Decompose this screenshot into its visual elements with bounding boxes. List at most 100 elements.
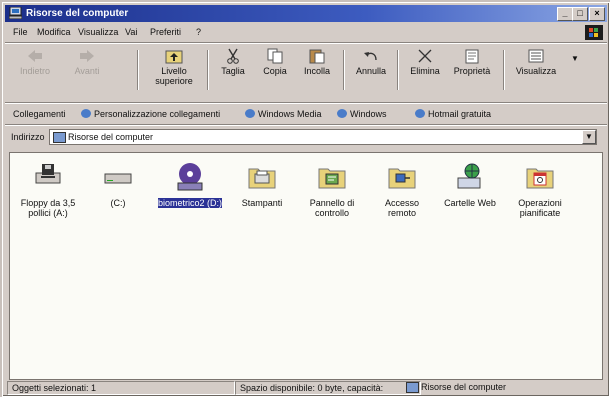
status-selected: Oggetti selezionati: 1 — [7, 381, 235, 395]
back-button[interactable]: Indietro — [13, 48, 57, 98]
up-level-label: Livello superiore — [155, 66, 193, 86]
my-computer-icon — [9, 7, 22, 19]
cut-button[interactable]: Taglia — [211, 48, 255, 98]
menu-help[interactable]: ? — [196, 27, 201, 37]
toolbar-separator — [137, 50, 139, 90]
menu-bar: File Modifica Visualizza Vai Preferiti ? — [5, 24, 607, 41]
item-label: Accesso remoto — [384, 198, 419, 218]
title-bar[interactable]: Risorse del computer _ □ × — [5, 5, 607, 22]
standard-toolbar: Indietro Avanti Livello superiore Taglia… — [5, 44, 607, 100]
views-label: Visualizza — [515, 66, 557, 76]
address-field[interactable]: Risorse del computer ▼ — [49, 129, 597, 145]
scissors-icon — [227, 48, 239, 64]
toolbar-separator — [207, 50, 209, 90]
forward-button[interactable]: Avanti — [65, 48, 109, 98]
link-hotmail[interactable]: Hotmail gratuita — [415, 109, 491, 119]
maximize-button[interactable]: □ — [572, 7, 588, 21]
item-hard-drive-c[interactable]: (C:) — [86, 161, 150, 208]
links-separator — [5, 124, 607, 126]
menu-file[interactable]: File — [13, 27, 28, 37]
printers-folder-icon — [248, 168, 276, 189]
folder-up-icon — [165, 50, 183, 64]
toolbar-separator — [503, 50, 505, 90]
toolbar-separator — [343, 50, 345, 90]
delete-button[interactable]: Elimina — [403, 48, 447, 98]
link-label: Personalizzazione collegamenti — [94, 109, 221, 119]
window-title: Risorse del computer — [26, 8, 129, 19]
views-button[interactable]: Visualizza — [509, 48, 563, 98]
link-label: Windows — [350, 109, 387, 119]
address-label: Indirizzo — [11, 132, 45, 142]
toolbar-separator-line — [5, 102, 607, 104]
item-scheduled-tasks[interactable]: Operazioni pianificate — [508, 161, 572, 218]
back-arrow-icon — [28, 50, 42, 62]
menu-vai[interactable]: Vai — [125, 27, 137, 37]
item-label: Stampanti — [241, 198, 283, 208]
undo-label: Annulla — [355, 66, 387, 76]
file-view: Floppy da 3,5 pollici (A:) (C:) biometri… — [9, 152, 603, 380]
address-value: Risorse del computer — [68, 132, 154, 142]
explorer-window: Risorse del computer _ □ × File Modifica… — [2, 2, 610, 397]
item-dialup-networking[interactable]: Accesso remoto — [370, 161, 434, 218]
menu-visualizza[interactable]: Visualizza — [78, 27, 118, 37]
item-label: Pannello di controllo — [309, 198, 355, 218]
address-dropdown-button[interactable]: ▼ — [582, 130, 596, 144]
item-label: (C:) — [110, 198, 126, 208]
item-cd-drive-d[interactable]: biometrico2 (D:) — [158, 161, 222, 208]
back-label: Indietro — [19, 66, 51, 76]
minimize-button[interactable]: _ — [557, 7, 573, 21]
status-location-panel: Risorse del computer — [403, 381, 610, 393]
properties-icon — [465, 49, 479, 64]
cd-drive-icon — [177, 163, 203, 191]
properties-button[interactable]: Proprietà — [447, 48, 497, 98]
delete-x-icon — [418, 49, 432, 63]
ie-link-icon — [415, 109, 425, 118]
paste-button[interactable]: Incolla — [295, 48, 339, 98]
ie-link-icon — [337, 109, 347, 118]
scheduled-tasks-icon — [526, 168, 554, 189]
item-web-folders[interactable]: Cartelle Web — [438, 161, 502, 208]
my-computer-icon — [53, 132, 66, 143]
properties-label: Proprietà — [453, 66, 491, 76]
item-control-panel[interactable]: Pannello di controllo — [300, 161, 364, 218]
undo-button[interactable]: Annulla — [349, 48, 393, 98]
up-level-button[interactable]: Livello superiore — [147, 48, 201, 98]
hard-drive-icon — [104, 173, 132, 184]
menu-modifica[interactable]: Modifica — [37, 27, 71, 37]
link-label: Hotmail gratuita — [428, 109, 492, 119]
copy-button[interactable]: Copia — [253, 48, 297, 98]
status-free-space: Spazio disponibile: 0 byte, capacità: — [235, 381, 421, 395]
floppy-drive-icon — [35, 164, 61, 184]
web-folders-icon — [457, 163, 481, 189]
status-location: Risorse del computer — [421, 382, 507, 392]
dialup-networking-icon — [388, 168, 416, 189]
item-floppy-drive[interactable]: Floppy da 3,5 pollici (A:) — [16, 161, 80, 218]
link-label: Windows Media — [258, 109, 322, 119]
menu-preferiti[interactable]: Preferiti — [150, 27, 181, 37]
link-windows-media[interactable]: Windows Media — [245, 109, 322, 119]
views-icon — [528, 49, 544, 63]
item-label: Floppy da 3,5 pollici (A:) — [20, 198, 76, 218]
undo-icon — [364, 52, 377, 61]
link-personalizzazione[interactable]: Personalizzazione collegamenti — [81, 109, 220, 119]
item-label: biometrico2 (D:) — [158, 198, 223, 208]
address-bar: Indirizzo Risorse del computer ▼ — [5, 127, 607, 147]
links-label: Collegamenti — [13, 109, 66, 119]
status-bar: Oggetti selezionati: 1 Spazio disponibil… — [5, 381, 607, 395]
paste-label: Incolla — [303, 66, 330, 76]
toolbar-separator — [397, 50, 399, 90]
links-bar: Collegamenti Personalizzazione collegame… — [5, 105, 607, 123]
forward-arrow-icon — [80, 50, 94, 62]
copy-icon — [267, 48, 283, 64]
cut-label: Taglia — [221, 66, 245, 76]
views-dropdown-icon[interactable]: ▼ — [571, 54, 579, 63]
forward-label: Avanti — [74, 66, 100, 76]
item-printers[interactable]: Stampanti — [230, 161, 294, 208]
ie-link-icon — [245, 109, 255, 118]
windows-logo-icon — [585, 25, 603, 40]
delete-label: Elimina — [410, 66, 440, 76]
close-button[interactable]: × — [589, 7, 605, 21]
copy-label: Copia — [263, 66, 287, 76]
link-windows[interactable]: Windows — [337, 109, 387, 119]
my-computer-icon — [406, 382, 419, 393]
